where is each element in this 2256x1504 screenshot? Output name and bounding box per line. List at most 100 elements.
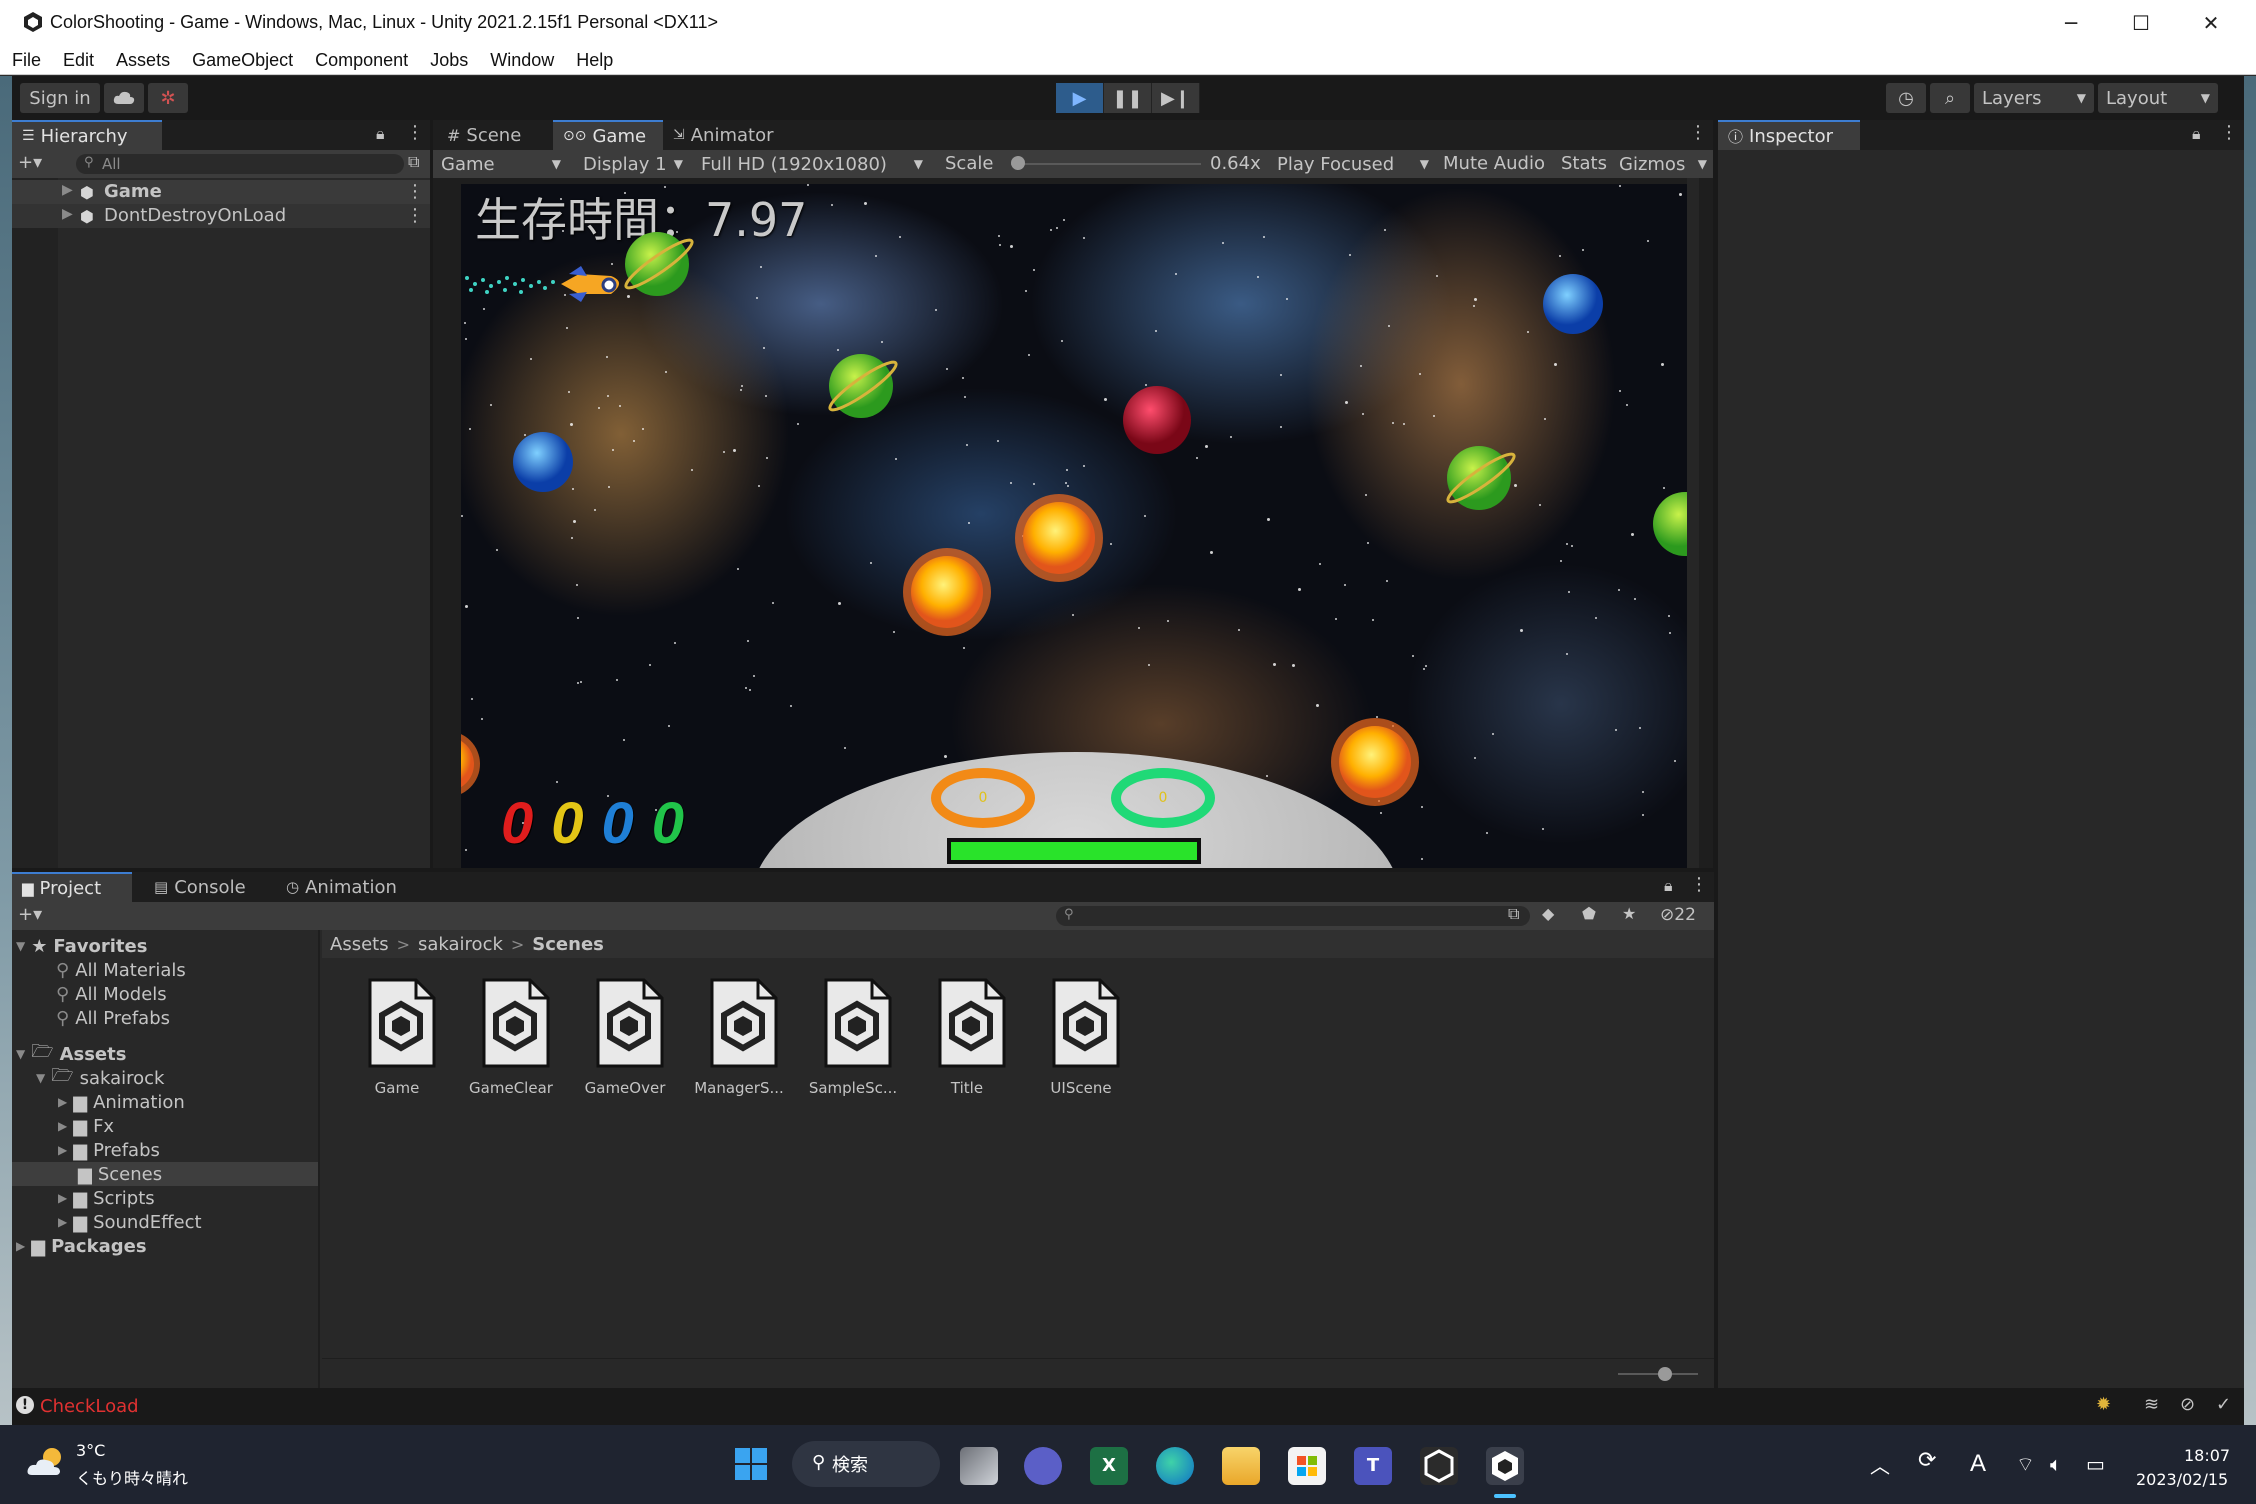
progress-check-icon[interactable]: ✓ — [2216, 1394, 2231, 1415]
breadcrumb-scenes[interactable]: Scenes — [532, 934, 604, 955]
scene-asset-gameover[interactable]: GameOver — [570, 978, 670, 1098]
tab-scene[interactable]: # Scene — [437, 120, 555, 150]
resolution-dropdown[interactable]: Full HD (1920x1080) ▼ — [697, 151, 927, 177]
scene-asset-managerscene[interactable]: ManagerS... — [684, 978, 784, 1098]
minimize-button[interactable]: ─ — [2036, 0, 2106, 46]
search-by-type-icon[interactable]: ⧉ — [1508, 904, 1519, 924]
edge-browser-icon[interactable] — [1156, 1447, 1194, 1485]
search-icon[interactable]: ⌕ — [1930, 83, 1970, 113]
list-item[interactable]: ▶ ⬢ DontDestroyOnLoad ⋮ — [12, 204, 430, 228]
add-icon[interactable]: +▾ — [18, 152, 42, 173]
tab-project[interactable]: ▆ Project — [12, 872, 132, 902]
stats-toggle[interactable]: Stats — [1561, 153, 1607, 174]
expand-arrow-icon[interactable]: ▶ — [62, 206, 73, 222]
history-icon[interactable]: ◷ — [1886, 83, 1926, 113]
filter-type-icon[interactable]: ◆ — [1542, 904, 1554, 923]
list-item[interactable]: ▶ ▆ Prefabs — [58, 1138, 160, 1162]
bug-icon[interactable]: ✹ — [2096, 1394, 2111, 1415]
packages-header[interactable]: ▶ ▆ Packages — [12, 1234, 147, 1258]
close-button[interactable]: ✕ — [2176, 0, 2246, 46]
taskbar-search-box[interactable]: ⚲ 検索 — [792, 1441, 940, 1487]
tab-animator[interactable]: ⇲ Animator — [663, 120, 793, 150]
more-options-icon[interactable]: ⋮ — [406, 205, 424, 226]
play-button[interactable]: ▶ — [1056, 83, 1104, 113]
scene-visibility-icon[interactable]: ⧉ — [408, 152, 419, 172]
list-item[interactable]: ▶ ▆ Fx — [58, 1114, 114, 1138]
list-item[interactable]: ▶ ⬢ Game ⋮ — [12, 180, 430, 204]
menu-window[interactable]: Window — [490, 50, 554, 71]
scene-asset-gameclear[interactable]: GameClear — [456, 978, 556, 1098]
display-dropdown[interactable]: Display 1 ▼ — [579, 151, 687, 177]
step-button[interactable]: ▶❙ — [1152, 83, 1200, 113]
vertical-scrollbar[interactable] — [1687, 178, 1699, 868]
status-message[interactable]: CheckLoad — [40, 1396, 139, 1417]
more-options-icon[interactable]: ⋮ — [406, 122, 424, 143]
favorites-header[interactable]: ▼ ★ Favorites — [12, 934, 147, 958]
maximize-button[interactable]: ☐ — [2106, 0, 2176, 46]
list-item[interactable]: ⚲ All Materials — [56, 958, 186, 982]
lock-icon[interactable]: 🔒︎ — [2192, 124, 2201, 144]
list-item[interactable]: ⚲ All Models — [56, 982, 167, 1006]
clock-time[interactable]: 18:07 — [2184, 1446, 2230, 1465]
view-mode-dropdown[interactable]: Game ▼ — [437, 151, 565, 177]
pause-button[interactable]: ❚❚ — [1104, 83, 1152, 113]
more-options-icon[interactable]: ⋮ — [406, 181, 424, 202]
unity-hub-icon[interactable] — [1420, 1447, 1458, 1485]
menu-edit[interactable]: Edit — [63, 50, 94, 71]
tab-animation[interactable]: ◷ Animation — [276, 872, 426, 902]
label-tag-icon[interactable]: ⬟ — [1582, 904, 1596, 923]
game-render-area[interactable]: 生存時間：7.97 0 0 0 0 0 0 — [461, 184, 1687, 868]
menu-help[interactable]: Help — [576, 50, 613, 71]
task-view-icon[interactable] — [960, 1447, 998, 1485]
file-explorer-icon[interactable] — [1222, 1447, 1260, 1485]
scale-slider[interactable] — [1011, 156, 1201, 172]
volume-icon[interactable]: 🔈︎ — [2050, 1452, 2062, 1476]
star-icon[interactable]: ★ — [1622, 904, 1636, 923]
zoom-slider-thumb[interactable] — [1658, 1367, 1672, 1381]
cloud-icon[interactable] — [104, 83, 144, 113]
tab-game[interactable]: ⊙⊙ Game — [553, 120, 663, 150]
menu-gameobject[interactable]: GameObject — [192, 50, 293, 71]
breadcrumb-assets[interactable]: Assets — [330, 934, 389, 955]
teams-icon[interactable]: T — [1354, 1447, 1392, 1485]
expand-arrow-icon[interactable]: ▶ — [62, 182, 73, 198]
breadcrumb-sakairock[interactable]: sakairock — [418, 934, 503, 955]
ime-indicator[interactable]: A — [1970, 1450, 1986, 1478]
play-focused-dropdown[interactable]: Play Focused ▼ — [1273, 151, 1433, 177]
network-icon[interactable]: ≋ — [2144, 1394, 2159, 1415]
gizmos-dropdown[interactable]: Gizmos ▼ — [1615, 151, 1711, 177]
list-item[interactable]: ⚲ All Prefabs — [56, 1006, 170, 1030]
list-item[interactable]: ▶ ▆ Scripts — [58, 1186, 155, 1210]
lock-icon[interactable]: 🔒︎ — [376, 124, 385, 144]
menu-component[interactable]: Component — [315, 50, 408, 71]
layout-dropdown[interactable]: Layout ▼ — [2098, 83, 2218, 113]
windows-start-icon[interactable] — [734, 1447, 768, 1481]
add-icon[interactable]: +▾ — [18, 904, 42, 925]
scene-asset-uiscene[interactable]: UIScene — [1026, 978, 1126, 1098]
scale-slider-thumb[interactable] — [1011, 156, 1025, 170]
menu-file[interactable]: File — [12, 50, 41, 71]
tab-hierarchy[interactable]: ☰ Hierarchy — [12, 120, 162, 150]
teams-chat-icon[interactable] — [1024, 1447, 1062, 1485]
collab-icon[interactable]: ✲ — [148, 83, 188, 113]
mute-audio-toggle[interactable]: Mute Audio — [1443, 153, 1545, 174]
scene-asset-title[interactable]: Title — [912, 978, 1012, 1098]
list-item[interactable]: ▼ 🗁︎ sakairock — [36, 1065, 164, 1090]
microsoft-store-icon[interactable] — [1288, 1447, 1326, 1485]
list-item[interactable]: ▶ ▆ Animation — [58, 1090, 185, 1114]
list-item-selected[interactable]: ▆ Scenes — [12, 1162, 318, 1186]
tab-inspector[interactable]: ⓘ Inspector — [1718, 120, 1860, 150]
sign-in-button[interactable]: Sign in — [20, 83, 100, 113]
clock-date[interactable]: 2023/02/15 — [2136, 1470, 2228, 1489]
more-options-icon[interactable]: ⋮ — [1689, 122, 1707, 143]
hierarchy-search-input[interactable]: ⚲ All — [76, 154, 404, 174]
unity-editor-taskbar-icon[interactable] — [1486, 1447, 1524, 1485]
chevron-up-icon[interactable]: ︿ — [1870, 1450, 1890, 1479]
auto-generate-icon[interactable]: ⊘ — [2180, 1394, 2195, 1415]
scene-asset-samplescene[interactable]: SampleSc... — [798, 978, 898, 1098]
project-search-input[interactable]: ⚲ — [1056, 906, 1530, 926]
sync-icon[interactable]: ⟳ — [1918, 1448, 1936, 1473]
layers-dropdown[interactable]: Layers ▼ — [1974, 83, 2094, 113]
menu-assets[interactable]: Assets — [116, 50, 170, 71]
battery-icon[interactable]: ▭ — [2086, 1452, 2105, 1476]
